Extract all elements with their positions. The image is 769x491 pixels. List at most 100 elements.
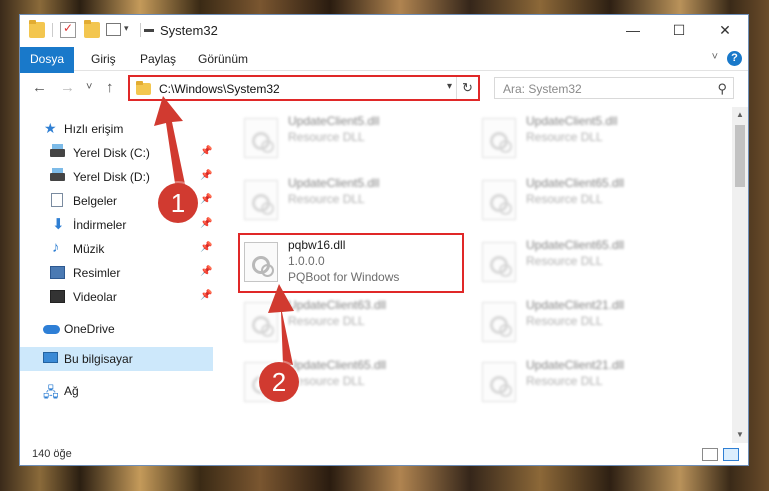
file-item[interactable]: UpdateClient65.dll Resource DLL [478, 174, 706, 228]
file-item[interactable]: UpdateClient63.dll Resource DLL [240, 296, 468, 350]
pin-icon[interactable]: 📌 [200, 290, 212, 301]
expand-ribbon-icon[interactable]: ˅ [712, 51, 718, 63]
file-name: UpdateClient21.dll [526, 358, 625, 372]
step-2-badge: 2 [259, 362, 299, 402]
file-description: Resource DLL [288, 314, 365, 328]
downloads-icon: ⬇ [52, 216, 65, 233]
address-bar[interactable]: C:\Windows\System32 ▾ ↻ [128, 75, 480, 101]
sidebar-item-label: Yerel Disk (C:) [73, 146, 150, 160]
sidebar-item-pictures[interactable]: Resimler 📌 [20, 261, 213, 285]
recent-locations-button[interactable]: ˅ [86, 81, 92, 93]
drive-icon [50, 168, 65, 181]
details-view-icon[interactable] [702, 448, 718, 461]
file-item[interactable]: UpdateClient21.dll Resource DLL [478, 356, 706, 410]
new-folder-icon[interactable] [84, 20, 100, 38]
scroll-up-arrow-icon[interactable]: ▲ [732, 107, 748, 123]
pin-icon[interactable]: 📌 [200, 194, 212, 205]
sidebar-item-label: Ağ [64, 384, 79, 398]
vertical-scrollbar[interactable]: ▲ ▼ [732, 107, 748, 443]
navigation-bar: ← → ˅ ↑ C:\Windows\System32 ▾ ↻ Ara: Sys… [20, 73, 748, 103]
search-input[interactable]: Ara: System32 ⚲ [494, 77, 734, 99]
sidebar-item-local-disk-c[interactable]: Yerel Disk (C:) 📌 [20, 141, 213, 165]
music-icon: ♪ [52, 239, 60, 256]
forward-button[interactable]: → [60, 79, 75, 96]
pin-icon[interactable]: 📌 [200, 170, 212, 181]
dll-file-icon [482, 180, 516, 220]
address-text[interactable]: C:\Windows\System32 [159, 82, 280, 96]
close-button[interactable]: ✕ [702, 15, 748, 45]
window-title: System32 [160, 23, 218, 38]
pin-icon[interactable]: 📌 [200, 218, 212, 229]
tab-view[interactable]: Görünüm [187, 47, 259, 71]
pictures-icon [50, 266, 65, 279]
computer-icon [43, 352, 58, 363]
tab-share[interactable]: Paylaş [129, 47, 187, 71]
explorer-window: ▾ ▬ System32 — ☐ ✕ Dosya Giriş Paylaş Gö… [19, 14, 749, 466]
dll-file-icon [482, 242, 516, 282]
file-name: UpdateClient65.dll [526, 176, 625, 190]
file-description: Resource DLL [526, 314, 603, 328]
file-description: Resource DLL [288, 192, 365, 206]
scroll-down-arrow-icon[interactable]: ▼ [732, 427, 748, 443]
back-button[interactable]: ← [32, 79, 47, 96]
file-item[interactable]: UpdateClient65.dll Resource DLL [478, 236, 706, 290]
videos-icon [50, 290, 65, 303]
dll-file-icon [482, 302, 516, 342]
sidebar-item-label: Bu bilgisayar [64, 352, 133, 366]
customize-caret-icon[interactable]: ▬ [144, 24, 154, 35]
file-name: UpdateClient63.dll [288, 298, 387, 312]
dll-file-icon [244, 302, 278, 342]
file-description: Resource DLL [526, 254, 603, 268]
sidebar-item-quick-access[interactable]: ★ Hızlı erişim [20, 117, 213, 141]
sidebar-item-music[interactable]: ♪ Müzik 📌 [20, 237, 213, 261]
ribbon: Dosya Giriş Paylaş Görünüm ˅ ? [20, 47, 748, 101]
sidebar-item-label: Yerel Disk (D:) [73, 170, 150, 184]
dll-file-icon [244, 180, 278, 220]
dll-file-icon [244, 118, 278, 158]
file-item[interactable]: UpdateClient5.dll Resource DLL [240, 174, 468, 228]
sidebar-item-label: Resimler [73, 266, 121, 280]
search-icon[interactable]: ⚲ [717, 81, 727, 97]
documents-icon [51, 193, 63, 207]
properties-icon[interactable] [60, 21, 76, 38]
folder-icon [29, 20, 45, 38]
dll-file-icon [482, 362, 516, 402]
file-name: UpdateClient65.dll [288, 358, 387, 372]
file-description: Resource DLL [288, 130, 365, 144]
help-icon[interactable]: ? [727, 51, 742, 66]
drive-icon [50, 144, 65, 157]
file-name: UpdateClient65.dll [526, 238, 625, 252]
title-bar: ▾ ▬ System32 — ☐ ✕ [20, 15, 748, 47]
sidebar-item-onedrive[interactable]: OneDrive [20, 317, 213, 341]
file-description: Resource DLL [288, 374, 365, 388]
minimize-button[interactable]: — [610, 15, 656, 45]
file-list: UpdateClient5.dll Resource DLL UpdateCli… [220, 107, 730, 443]
sidebar-item-network[interactable]: 🖧 Ağ [20, 379, 213, 403]
file-name: UpdateClient5.dll [288, 176, 380, 190]
pin-icon[interactable]: 📌 [200, 266, 212, 277]
address-dropdown-icon[interactable]: ▾ [447, 81, 452, 92]
step-1-badge: 1 [158, 183, 198, 223]
sidebar-item-this-pc[interactable]: Bu bilgisayar [20, 347, 213, 371]
sidebar-item-label: Müzik [73, 242, 105, 256]
refresh-button[interactable]: ↻ [456, 77, 478, 99]
search-placeholder: Ara: System32 [503, 82, 582, 96]
tab-home[interactable]: Giriş [80, 47, 127, 71]
file-description: Resource DLL [526, 130, 603, 144]
up-button[interactable]: ↑ [106, 79, 114, 96]
customize-icon[interactable] [106, 23, 121, 36]
scrollbar-thumb[interactable] [735, 125, 745, 187]
tiles-view-icon[interactable] [723, 448, 739, 461]
quick-access-caret-icon[interactable]: ▾ [124, 23, 129, 34]
file-item[interactable]: UpdateClient5.dll Resource DLL [240, 112, 468, 166]
sidebar-item-label: Hızlı erişim [64, 122, 124, 136]
toolbar-divider [52, 23, 53, 37]
file-item[interactable]: UpdateClient5.dll Resource DLL [478, 112, 706, 166]
pin-icon[interactable]: 📌 [200, 146, 212, 157]
star-icon: ★ [44, 120, 57, 136]
maximize-button[interactable]: ☐ [656, 15, 702, 45]
file-item[interactable]: UpdateClient21.dll Resource DLL [478, 296, 706, 350]
file-name: UpdateClient5.dll [288, 114, 380, 128]
pin-icon[interactable]: 📌 [200, 242, 212, 253]
sidebar-item-videos[interactable]: Videolar 📌 [20, 285, 213, 309]
